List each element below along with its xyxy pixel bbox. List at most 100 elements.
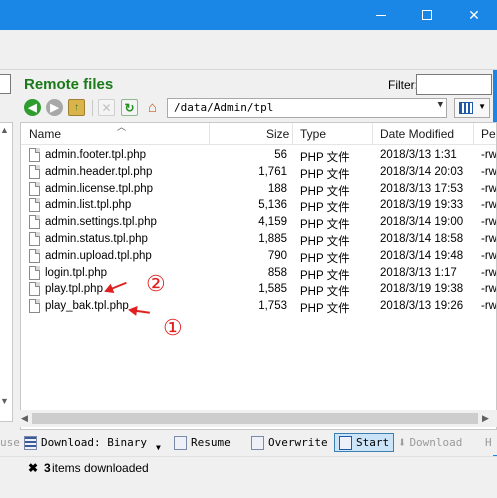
column-header-name[interactable]: Name: [29, 127, 61, 141]
download-arrow-icon: ⬇: [398, 434, 407, 451]
maximize-icon: [422, 10, 432, 20]
horizontal-scrollbar[interactable]: ◀ ▶: [18, 410, 497, 427]
scroll-left-icon[interactable]: ◀: [21, 413, 28, 424]
refresh-icon[interactable]: ↻: [121, 99, 138, 116]
file-date: 2018/3/13 19:26: [380, 300, 464, 313]
php-file-icon: [29, 198, 40, 213]
file-type: PHP 文件: [300, 185, 350, 198]
scroll-right-icon[interactable]: ▶: [482, 413, 489, 424]
table-row[interactable]: login.tpl.php 858 PHP 文件 2018/3/13 1:17 -rw-: [21, 265, 497, 282]
table-row[interactable]: play.tpl.php 1,585 PHP 文件 2018/3/19 19:38 -r…: [21, 281, 497, 298]
file-permissions: -rw-: [481, 216, 497, 229]
resume-icon: [174, 435, 187, 450]
file-type: PHP 文件: [300, 152, 350, 164]
start-button[interactable]: Start: [334, 433, 395, 452]
local-file-list[interactable]: [0, 122, 13, 422]
delete-icon[interactable]: ✕: [98, 99, 115, 116]
table-row[interactable]: admin.settings.tpl.php 4,159 PHP 文件 2018/3/…: [21, 214, 497, 231]
file-date: 2018/3/14 19:00: [380, 216, 464, 229]
clear-status-icon[interactable]: ✖: [28, 461, 38, 475]
php-file-icon: [29, 215, 40, 230]
local-pane: ▲ ▼: [0, 70, 15, 430]
scroll-down-icon[interactable]: ▼: [0, 396, 9, 406]
truncated-label: H: [485, 436, 492, 449]
php-file-icon: [29, 181, 40, 196]
truncated-label: use: [0, 436, 20, 449]
resume-label: Resume: [191, 436, 231, 449]
maximize-button[interactable]: [404, 0, 450, 30]
table-row[interactable]: admin.license.tpl.php 188 PHP 文件 2018/3/13 …: [21, 181, 496, 198]
file-date: 2018/3/19 19:33: [380, 199, 464, 212]
column-header-type[interactable]: Type: [300, 127, 326, 141]
file-date: 2018/3/14 19:48: [380, 249, 464, 262]
file-name: admin.upload.tpl.php: [45, 249, 152, 262]
file-permissions: -rw-: [481, 283, 497, 296]
chevron-down-icon[interactable]: ▼: [438, 100, 443, 110]
filter-input[interactable]: [416, 74, 492, 95]
table-row[interactable]: admin.list.tpl.php 5,136 PHP 文件 2018/3/19 1…: [21, 197, 497, 214]
resume-button[interactable]: Resume: [174, 433, 231, 452]
overwrite-icon: [251, 435, 264, 450]
file-size: 1,885: [258, 232, 287, 245]
file-name: admin.settings.tpl.php: [45, 216, 157, 229]
scrollbar-thumb[interactable]: [32, 413, 478, 424]
file-name: admin.list.tpl.php: [45, 199, 132, 212]
annotation-number-one: ①: [163, 316, 183, 341]
minimize-button[interactable]: [358, 0, 404, 30]
file-size: 4,159: [258, 216, 287, 229]
download-mode-label: Download: Binary: [41, 436, 147, 449]
column-header-size[interactable]: Size: [266, 127, 289, 141]
file-date: 2018/3/14 18:58: [380, 232, 464, 245]
column-divider[interactable]: [209, 123, 210, 145]
table-row[interactable]: admin.header.tpl.php 1,761 PHP 文件 2018/3/14…: [21, 164, 497, 181]
remote-files-title: Remote files: [24, 76, 114, 93]
table-row[interactable]: play_bak.tpl.php 1,753 PHP 文件 2018/3/13 19:…: [21, 298, 496, 315]
file-permissions: -rw-: [481, 199, 497, 212]
file-date: 2018/3/13 17:53: [380, 182, 464, 195]
path-input[interactable]: /data/Admin/tpl ▼: [167, 98, 447, 118]
file-size: 1,585: [258, 283, 287, 296]
download-mode-button[interactable]: Download: Binary: [24, 433, 147, 452]
chevron-down-icon: ▼: [478, 102, 486, 111]
start-label: Start: [356, 436, 390, 449]
minimize-icon: [376, 14, 386, 16]
toolbar-separator: [92, 100, 93, 116]
back-icon[interactable]: ◀: [24, 99, 41, 116]
file-permissions: -rw-: [481, 165, 497, 178]
file-name: play.tpl.php: [45, 283, 103, 296]
scroll-up-icon[interactable]: ▲: [0, 125, 9, 135]
download-button[interactable]: ⬇ Download: [398, 433, 462, 452]
file-date: 2018/3/13 1:17: [380, 266, 457, 279]
up-folder-icon[interactable]: ↑: [68, 99, 85, 116]
file-permissions: -rw-: [481, 249, 497, 262]
forward-icon[interactable]: ▶: [46, 99, 63, 116]
file-name: admin.footer.tpl.php: [45, 149, 147, 161]
table-row[interactable]: admin.status.tpl.php 1,885 PHP 文件 2018/3/14…: [21, 231, 496, 248]
sort-ascending-icon: ︿: [117, 122, 127, 132]
file-permissions: -rw-: [481, 266, 497, 279]
file-permissions: -rw-: [481, 149, 497, 161]
status-bar: ✖ 3 items downloaded: [0, 456, 497, 478]
file-type: PHP 文件: [300, 235, 350, 248]
remote-file-list[interactable]: ︿ Name Size Type Date Modified Pe admin.…: [20, 122, 497, 430]
chevron-down-icon[interactable]: ▼: [156, 438, 161, 457]
close-button[interactable]: ✕: [451, 0, 497, 30]
column-divider[interactable]: [372, 123, 373, 145]
column-divider[interactable]: [292, 123, 293, 145]
overwrite-button[interactable]: Overwrite: [251, 433, 328, 452]
home-icon[interactable]: ⌂: [144, 99, 161, 116]
php-file-icon: [29, 265, 40, 280]
local-filter-input[interactable]: [0, 74, 11, 94]
php-file-icon: [29, 248, 40, 263]
table-row[interactable]: admin.footer.tpl.php 56 PHP 文件 2018/3/13 1:…: [21, 147, 497, 164]
view-mode-button[interactable]: ▼: [454, 98, 490, 118]
transfer-toolbar: use Download: Binary ▼ Resume Overwrite …: [0, 430, 497, 455]
title-bar: ✕: [0, 0, 497, 30]
file-size: 790: [267, 249, 287, 262]
column-divider[interactable]: [473, 123, 474, 145]
column-header-date[interactable]: Date Modified: [380, 127, 454, 141]
window-bottom: [0, 478, 497, 498]
column-header-permissions[interactable]: Pe: [481, 127, 496, 141]
table-row[interactable]: admin.upload.tpl.php 790 PHP 文件 2018/3/14 1…: [21, 248, 497, 265]
status-text: items downloaded: [52, 461, 149, 475]
